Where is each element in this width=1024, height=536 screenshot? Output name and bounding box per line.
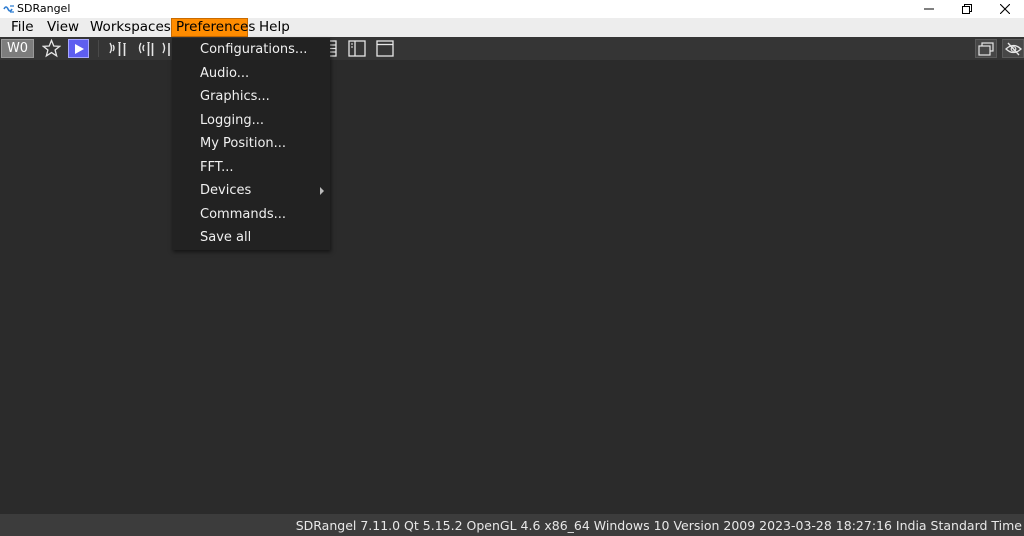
menu-help[interactable]: Help xyxy=(255,18,294,37)
menu-item-devices[interactable]: Devices xyxy=(172,179,330,202)
window-icon xyxy=(376,40,394,57)
windows-stack-icon xyxy=(978,41,994,56)
restore-button[interactable] xyxy=(948,0,986,18)
favorite-button[interactable] xyxy=(40,39,62,58)
minimize-button[interactable] xyxy=(910,0,948,18)
menu-item-configurations[interactable]: Configurations... xyxy=(172,38,330,61)
cascade-windows-button[interactable] xyxy=(975,39,997,58)
tx-antenna-icon xyxy=(138,42,154,56)
submenu-arrow-icon xyxy=(320,187,324,195)
sdrangel-app-icon xyxy=(3,5,14,13)
minimize-icon xyxy=(924,8,934,10)
panel-split-icon xyxy=(348,40,366,57)
add-mimo-device-button[interactable] xyxy=(160,39,172,58)
close-button[interactable] xyxy=(986,0,1024,18)
menu-item-label: Devices xyxy=(200,183,252,198)
menu-view[interactable]: View xyxy=(43,18,83,37)
play-icon xyxy=(74,43,84,54)
menu-item-logging[interactable]: Logging... xyxy=(172,109,330,132)
window-title: SDRangel xyxy=(17,2,71,15)
menu-item-label: Save all xyxy=(200,230,252,245)
mimo-antenna-icon xyxy=(162,42,170,56)
menu-item-label: Audio... xyxy=(200,65,250,81)
menu-item-fft[interactable]: FFT... xyxy=(172,156,330,179)
add-tx-device-button[interactable] xyxy=(134,39,156,58)
menu-item-label: Configurations... xyxy=(200,42,308,57)
status-bar: SDRangel 7.11.0 Qt 5.15.2 OpenGL 4.6 x86… xyxy=(0,514,1024,536)
restore-icon xyxy=(962,4,972,14)
hide-windows-button[interactable] xyxy=(1002,39,1024,58)
menu-item-label: My Position... xyxy=(200,136,287,151)
workspace-area[interactable] xyxy=(0,60,1024,514)
menu-item-label: Commands... xyxy=(200,206,286,222)
hidden-eye-icon xyxy=(1004,42,1022,55)
menu-item-my-position[interactable]: My Position... xyxy=(172,132,330,155)
menu-item-label: Graphics... xyxy=(200,89,270,104)
tile-subwindows-button[interactable] xyxy=(346,39,368,58)
rx-antenna-icon xyxy=(109,42,126,56)
menu-file[interactable]: File xyxy=(7,18,38,37)
menu-item-graphics[interactable]: Graphics... xyxy=(172,85,330,108)
menu-item-audio[interactable]: Audio... xyxy=(172,62,330,85)
play-button[interactable] xyxy=(68,39,89,58)
title-bar: SDRangel xyxy=(0,0,1024,18)
preferences-menu: Configurations... Audio... Graphics... L… xyxy=(172,38,330,250)
workspace-button[interactable]: W0 xyxy=(1,39,34,58)
menu-bar: File View Workspaces Preferences Help xyxy=(0,18,1024,37)
new-window-button[interactable] xyxy=(374,39,396,58)
close-icon xyxy=(1000,4,1010,14)
menu-item-label: Logging... xyxy=(200,112,264,128)
toolbar: W0 xyxy=(0,37,1024,60)
star-icon xyxy=(41,39,61,58)
toolbar-separator xyxy=(98,40,99,57)
menu-workspaces[interactable]: Workspaces xyxy=(86,18,175,37)
status-text: SDRangel 7.11.0 Qt 5.15.2 OpenGL 4.6 x86… xyxy=(295,518,1022,533)
menu-preferences[interactable]: Preferences xyxy=(171,18,255,37)
menu-item-save-all[interactable]: Save all xyxy=(172,226,330,249)
menu-item-label: FFT... xyxy=(200,159,234,175)
menu-item-commands[interactable]: Commands... xyxy=(172,203,330,226)
add-rx-device-button[interactable] xyxy=(106,39,128,58)
